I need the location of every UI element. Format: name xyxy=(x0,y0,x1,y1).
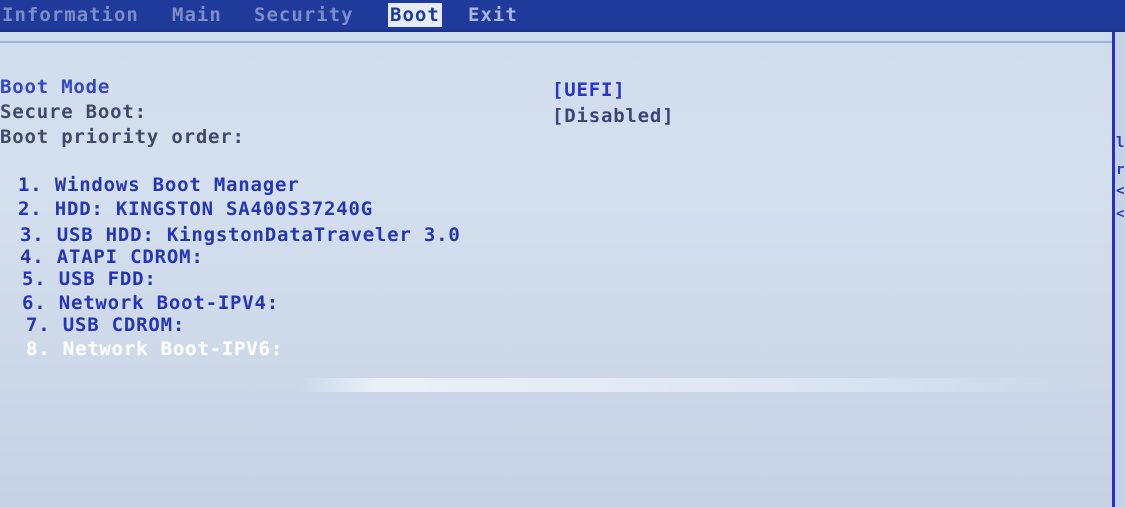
help-panel-glyph: l xyxy=(1116,135,1125,151)
tab-security[interactable]: Security xyxy=(254,3,354,27)
boot-mode-value[interactable]: [UEFI] xyxy=(552,79,625,101)
boot-item-4[interactable]: 4. ATAPI CDROM: xyxy=(20,246,204,268)
boot-priority-order-label: Boot priority order: xyxy=(0,126,245,148)
boot-settings-panel: Boot Mode [UEFI] Secure Boot: [Disabled]… xyxy=(0,32,1115,507)
tab-exit[interactable]: Exit xyxy=(468,3,518,27)
boot-item-7[interactable]: 7. USB CDROM: xyxy=(26,314,185,336)
secure-boot-label: Secure Boot: xyxy=(0,101,147,123)
boot-mode-label: Boot Mode xyxy=(0,76,111,98)
screen-glare xyxy=(300,378,1080,392)
boot-item-8-selected[interactable]: 8. Network Boot-IPV6: xyxy=(26,338,283,360)
boot-item-5[interactable]: 5. USB FDD: xyxy=(22,268,157,290)
boot-item-2[interactable]: 2. HDD: KINGSTON SA400S37240G xyxy=(18,198,373,220)
tab-information[interactable]: Information xyxy=(2,3,139,27)
tab-boot[interactable]: Boot xyxy=(388,3,442,27)
bios-menu-bar: Information Main Security Boot Exit xyxy=(0,0,1125,32)
secure-boot-value[interactable]: [Disabled] xyxy=(552,105,674,127)
boot-item-1[interactable]: 1. Windows Boot Manager xyxy=(18,174,300,196)
bios-screen: Information Main Security Boot Exit Boot… xyxy=(0,0,1125,507)
boot-item-3[interactable]: 3. USB HDD: KingstonDataTraveler 3.0 xyxy=(20,224,461,246)
boot-item-6[interactable]: 6. Network Boot-IPV4: xyxy=(22,292,279,314)
help-panel-glyph: r xyxy=(1116,162,1125,178)
help-panel-edge xyxy=(1115,32,1125,507)
help-panel-glyph: < xyxy=(1116,206,1125,222)
tab-main[interactable]: Main xyxy=(172,3,222,27)
help-panel-glyph: < xyxy=(1116,183,1125,199)
